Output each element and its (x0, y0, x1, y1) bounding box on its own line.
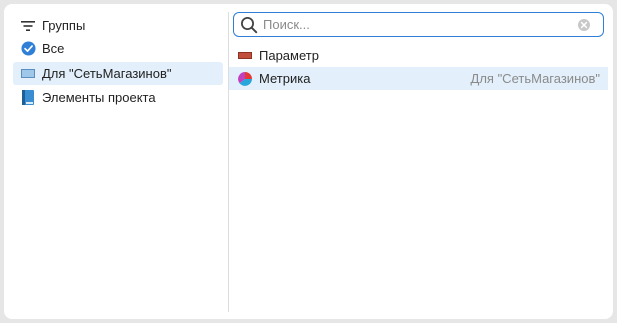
clear-search-icon[interactable] (577, 18, 591, 32)
groups-header[interactable]: Группы (13, 14, 223, 37)
group-item-all[interactable]: Все (13, 37, 223, 60)
groups-sidebar: Группы Все Для "СетьМагазинов" Элементы … (4, 4, 228, 319)
search-input[interactable] (263, 17, 577, 32)
result-item-parameter[interactable]: Параметр (229, 44, 608, 67)
group-item-label: Все (42, 41, 65, 56)
rectangle-icon (20, 66, 36, 82)
search-box[interactable] (233, 12, 604, 37)
result-item-label: Параметр (259, 48, 319, 63)
groups-header-label: Группы (42, 18, 86, 33)
parameter-icon (237, 48, 253, 64)
dialog-panel: Группы Все Для "СетьМагазинов" Элементы … (4, 4, 613, 319)
group-item-label: Для "СетьМагазинов" (42, 66, 172, 81)
group-item-label: Элементы проекта (42, 90, 156, 105)
results-pane: Параметр Метрика Для "СетьМагазинов" (229, 4, 613, 319)
search-icon (240, 16, 258, 34)
result-item-label: Метрика (259, 71, 311, 86)
group-item-network[interactable]: Для "СетьМагазинов" (13, 62, 223, 85)
book-icon (20, 90, 36, 106)
result-item-scope: Для "СетьМагазинов" (470, 71, 600, 86)
check-circle-icon (20, 41, 36, 57)
result-item-metric[interactable]: Метрика Для "СетьМагазинов" (229, 67, 608, 90)
group-item-project-elements[interactable]: Элементы проекта (13, 86, 223, 109)
filter-icon (20, 18, 36, 34)
metric-pie-icon (237, 71, 253, 87)
